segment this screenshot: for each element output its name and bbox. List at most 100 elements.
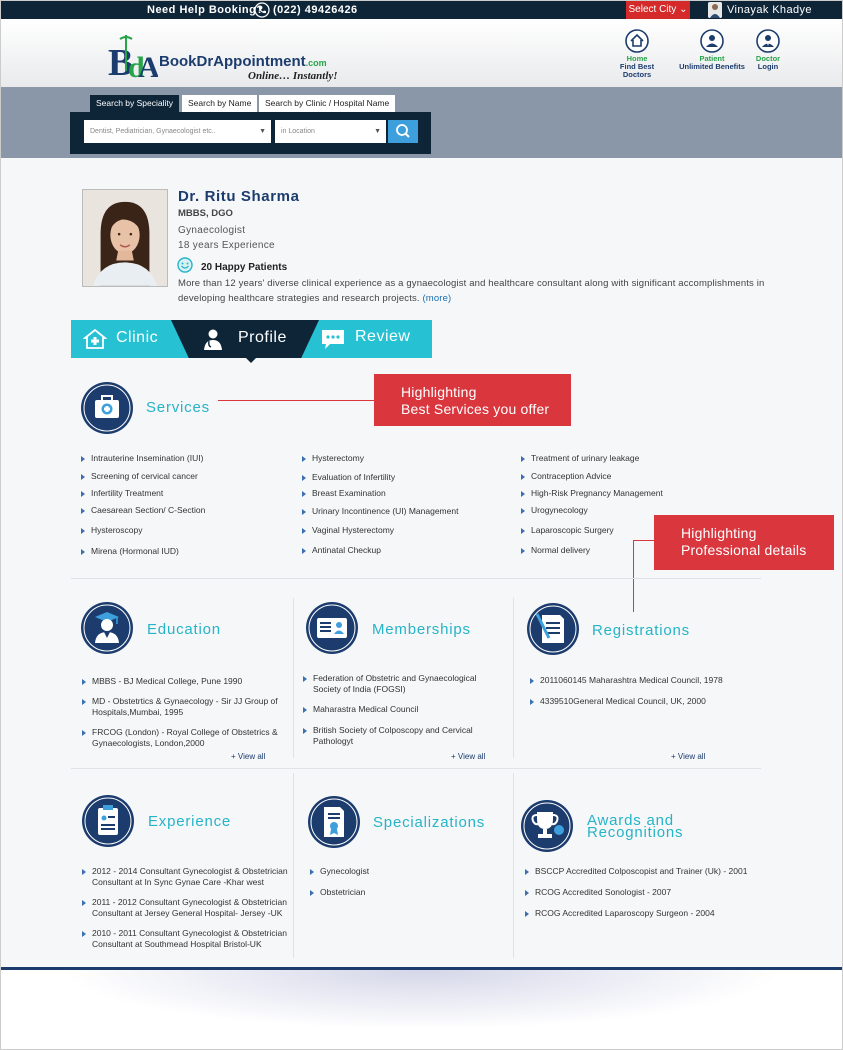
chevron-down-icon: ⌄ <box>679 4 688 15</box>
user-avatar[interactable] <box>708 2 722 18</box>
smiley-icon <box>177 257 193 273</box>
clipboard-icon <box>82 795 134 847</box>
doctor-experience: 18 years Experience <box>178 240 275 251</box>
callout-connector <box>633 540 654 541</box>
list-item: British Society of Colposcopy and Cervic… <box>303 725 503 747</box>
logo-text[interactable]: BookDrAppointment.com <box>159 53 327 70</box>
awards-list: BSCCP Accredited Colposcopist and Traine… <box>525 866 765 919</box>
home-icon <box>625 29 649 53</box>
city-select-label: Select City <box>628 4 677 15</box>
list-item: Treatment of urinary leakage <box>521 453 721 464</box>
speciality-select[interactable]: Dentist, Pediatrician, Gynaecologist etc… <box>84 120 271 143</box>
specialization-document-icon <box>308 796 360 848</box>
phone-icon <box>254 2 270 18</box>
doctor-speciality: Gynaecologist <box>178 225 246 236</box>
help-text: Need Help Booking? <box>147 4 264 16</box>
registrations-list: 2011060145 Maharashtra Medical Council, … <box>530 675 730 707</box>
review-icon <box>322 330 344 349</box>
doctor-photo <box>82 189 168 287</box>
callout-professional: Highlighting Professional details <box>654 515 834 570</box>
nav-doctor[interactable]: Doctor Login <box>751 29 785 71</box>
education-list: MBBS - BJ Medical College, Pune 1990 MD … <box>82 676 287 749</box>
list-item: Maharastra Medical Council <box>303 704 503 715</box>
list-item: Screening of cervical cancer <box>81 471 291 482</box>
list-item: Hysteroscopy <box>81 525 291 536</box>
tab-review-label: Review <box>355 328 411 345</box>
list-item: BSCCP Accredited Colposcopist and Traine… <box>525 866 765 877</box>
list-item: Obstetrician <box>310 887 490 898</box>
city-select[interactable]: Select City ⌄ <box>626 1 690 19</box>
search-box: Dentist, Pediatrician, Gynaecologist etc… <box>70 112 431 154</box>
callout-services-line1: Highlighting <box>401 384 477 400</box>
list-item: MD - Obstetrtics & Gynaecology - Sir JJ … <box>82 696 287 718</box>
chevron-down-icon: ▼ <box>374 128 381 135</box>
registrations-view-all[interactable]: + View all <box>671 752 705 761</box>
nav-patient[interactable]: Patient Unlimited Benefits <box>679 29 745 71</box>
awards-title: Awards and Recognitions <box>587 813 684 841</box>
tab-search-clinic[interactable]: Search by Clinic / Hospital Name <box>259 95 396 112</box>
more-link[interactable]: (more) <box>422 293 451 304</box>
medical-kit-icon <box>81 382 133 434</box>
experience-title: Experience <box>148 813 232 830</box>
brand-domain: .com <box>305 58 327 68</box>
services-title: Services <box>146 399 210 416</box>
memberships-view-all[interactable]: + View all <box>451 752 485 761</box>
page-shadow <box>61 970 784 1030</box>
list-item: 2011060145 Maharashtra Medical Council, … <box>530 675 730 686</box>
phone-number[interactable]: (022) 49426426 <box>273 4 358 16</box>
brand-tagline: Online… Instantly! <box>248 70 338 82</box>
callout-connector <box>633 540 634 612</box>
search-icon <box>396 124 410 138</box>
callout-professional-line2: Professional details <box>681 542 807 558</box>
doctor-profile: Dr. Ritu Sharma MBBS, DGO Gynaecologist … <box>1 158 842 968</box>
list-item: Gynecologist <box>310 866 490 877</box>
user-name[interactable]: Vinayak Khadye <box>727 4 812 16</box>
list-item: 2010 - 2011 Consultant Gynecologist & Ob… <box>82 928 292 950</box>
divider <box>293 598 294 758</box>
list-item: 2011 - 2012 Consultant Gynecologist & Ob… <box>82 897 292 919</box>
registrations-title: Registrations <box>592 622 690 639</box>
doctor-profile-icon <box>204 329 222 350</box>
doctor-icon <box>756 29 780 53</box>
list-item: Urinary Incontinence (UI) Management <box>302 506 512 517</box>
happy-patients: 20 Happy Patients <box>201 262 288 273</box>
top-bar: Need Help Booking? (022) 49426426 Select… <box>1 1 842 19</box>
nav-patient-subtitle: Unlimited Benefits <box>679 62 745 71</box>
tab-profile-label: Profile <box>238 329 287 346</box>
awards-title-line2: Recognitions <box>587 824 684 841</box>
list-item: Vaginal Hysterectomy <box>302 525 512 536</box>
divider <box>71 768 761 769</box>
logo-icon[interactable]: B d A <box>106 31 158 83</box>
divider <box>293 773 294 958</box>
chevron-down-icon: ▼ <box>259 128 266 135</box>
trophy-icon <box>521 800 573 852</box>
list-item: High-Risk Pregnancy Management <box>521 488 721 499</box>
location-select[interactable]: in Location ▼ <box>275 120 386 143</box>
list-item: RCOG Accredited Sonologist - 2007 <box>525 887 765 898</box>
tab-search-speciality[interactable]: Search by Speciality <box>90 95 180 112</box>
doctor-degree: MBBS, DGO <box>178 208 233 219</box>
certificate-icon <box>527 603 579 655</box>
nav-home-subtitle: Find Best Doctors <box>619 62 655 79</box>
callout-connector <box>218 400 374 401</box>
list-item: Evaluation of Infertility <box>302 472 512 483</box>
doctor-bio: More than 12 years' diverse clinical exp… <box>178 276 778 306</box>
list-item: Infertility Treatment <box>81 488 291 499</box>
list-item: 2012 - 2014 Consultant Gynecologist & Ob… <box>82 866 292 888</box>
specializations-title: Specializations <box>373 814 486 831</box>
list-item: Mirena (Hormonal IUD) <box>81 546 291 557</box>
nav-home[interactable]: Home Find Best Doctors <box>606 29 668 79</box>
tab-clinic-label: Clinic <box>116 329 159 346</box>
tab-search-name[interactable]: Search by Name <box>182 95 258 112</box>
list-item: Hysterectomy <box>302 453 512 464</box>
list-item: Federation of Obstetric and Gynaecologic… <box>303 673 503 695</box>
education-view-all[interactable]: + View all <box>231 752 265 761</box>
search-button[interactable] <box>388 120 418 143</box>
list-item: FRCOG (London) - Royal College of Obstet… <box>82 727 287 749</box>
location-placeholder: in Location <box>281 128 315 135</box>
list-item: Contraception Advice <box>521 471 721 482</box>
tab-active-caret <box>246 358 256 363</box>
doctor-bio-text: More than 12 years' diverse clinical exp… <box>178 278 765 304</box>
callout-services: Highlighting Best Services you offer <box>374 374 571 426</box>
list-item: MBBS - BJ Medical College, Pune 1990 <box>82 676 287 687</box>
